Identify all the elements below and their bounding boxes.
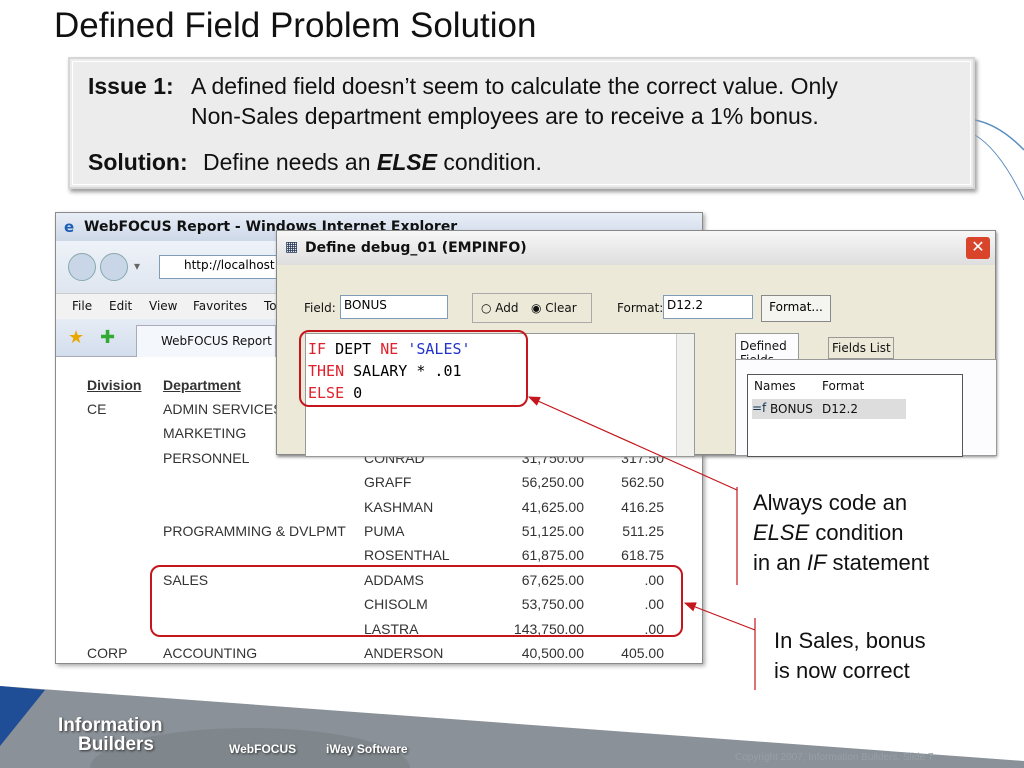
callout-sales: In Sales, bonus is now correct [774, 628, 926, 683]
copyright: Copyright 2007, Information Builders. Sl… [735, 752, 934, 763]
footer: Information Builders WebFOCUS iWay Softwa… [0, 686, 1024, 768]
callout-else: Always code an ELSE condition in an IF s… [753, 490, 930, 575]
footer-link-webfocus[interactable]: WebFOCUS [229, 742, 296, 756]
footer-link-iway[interactable]: iWay Software [326, 742, 408, 756]
information-builders-logo: Information Builders [58, 715, 163, 755]
arrow-2 [683, 602, 756, 631]
arrow-1 [527, 396, 738, 491]
